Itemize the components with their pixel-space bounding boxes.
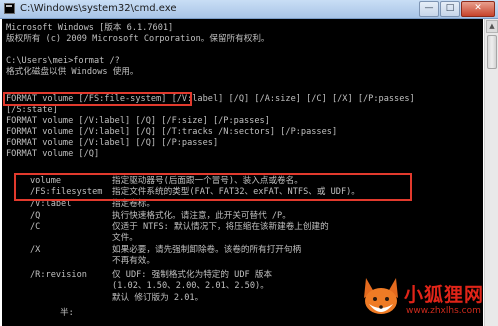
param-name: /Q: [30, 211, 41, 221]
cmd-icon: [4, 3, 15, 14]
highlight-box-params: [14, 173, 412, 201]
console-line: Microsoft Windows [版本 6.1.7601]: [6, 23, 174, 33]
scroll-thumb[interactable]: [487, 35, 497, 69]
minimize-button[interactable]: —: [419, 1, 439, 17]
console-line: 版权所有 (c) 2009 Microsoft Corporation。保留所有…: [6, 34, 270, 44]
window-titlebar[interactable]: C:\Windows\system32\cmd.exe — □ ✕: [0, 0, 498, 19]
console-line: C:\Users\mei>format /?: [6, 56, 120, 66]
watermark-brand: 小狐狸网: [404, 284, 485, 306]
param-desc: (1.02、1.50、2.00、2.01、2.50)。: [112, 281, 269, 291]
close-button[interactable]: ✕: [461, 1, 495, 17]
param-desc: 仅适于 NTFS: 默认情况下，将压缩在该新建卷上创建的: [112, 222, 329, 232]
param-desc: 默认 修订版为 2.01。: [112, 293, 204, 303]
param-desc: 仅 UDF: 强制格式化为特定的 UDF 版本: [112, 270, 273, 280]
console-line: FORMAT volume [/Q]: [6, 149, 100, 159]
param-name: /R:revision: [30, 270, 87, 280]
console-line: FORMAT volume [/V:label] [/Q] [/T:tracks…: [6, 127, 338, 137]
console-line: 格式化磁盘以供 Windows 使用。: [6, 67, 139, 77]
param-name: /C: [30, 222, 41, 232]
window-title: C:\Windows\system32\cmd.exe: [20, 3, 177, 14]
highlight-box-fs-syntax: [3, 92, 192, 106]
maximize-button[interactable]: □: [440, 1, 460, 17]
param-desc: 不再有效。: [112, 256, 155, 266]
console-line: FORMAT volume [/V:label] [/Q] [/P:passes…: [6, 138, 219, 148]
console-line: [/S:state]: [6, 105, 58, 115]
param-desc: 执行快速格式化。请注意，此开关可替代 /P。: [112, 211, 291, 221]
watermark: 小狐狸网 www.zhxlhs.com: [358, 268, 496, 324]
window-controls: — □ ✕: [418, 1, 495, 17]
fox-logo-icon: [364, 278, 398, 314]
console-line: FORMAT volume [/V:label] [/Q] [/F:size] …: [6, 116, 270, 126]
scroll-up-arrow-icon[interactable]: ▲: [486, 20, 498, 33]
watermark-url: www.zhxlhs.com: [406, 306, 481, 316]
param-desc: 文件。: [112, 233, 138, 243]
param-name: /X: [30, 245, 41, 255]
console-line: 半:: [60, 308, 74, 318]
param-desc: 如果必要，请先强制卸除卷。该卷的所有打开句柄: [112, 245, 302, 255]
